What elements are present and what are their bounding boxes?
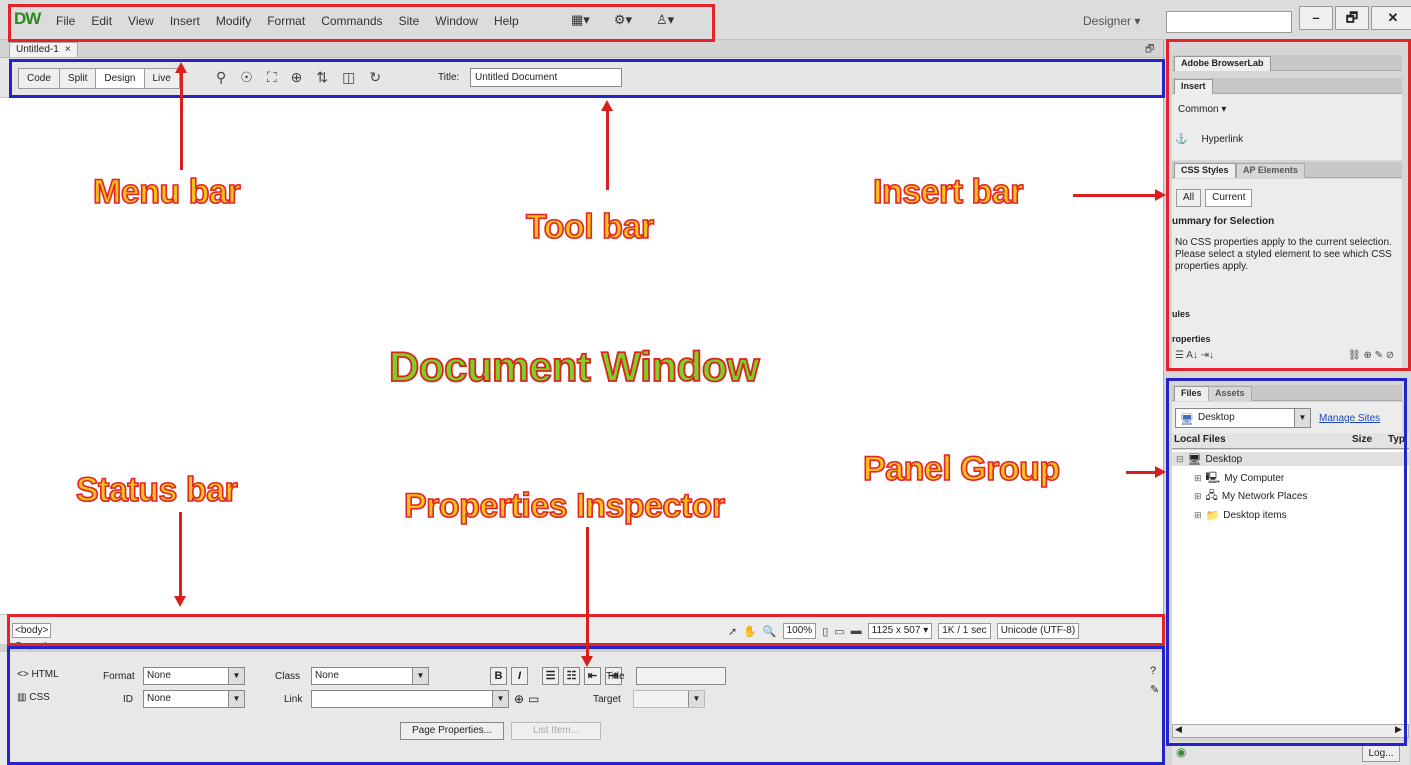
status-bar-arrow [179, 512, 182, 597]
help-search-input[interactable] [1166, 11, 1292, 33]
menu-bar-arrow [180, 72, 183, 170]
connection-icon: ◉ [1176, 745, 1187, 759]
properties-inspector-label: Properties Inspector [403, 487, 726, 525]
status-bar-arrow-head [174, 596, 186, 607]
document-window-label: Document Window [388, 343, 760, 390]
toolbar-arrow [606, 110, 609, 190]
document-tab-label: Untitled-1 [16, 44, 59, 55]
tool-bar-label: Tool bar [525, 208, 655, 246]
panel-group-arrow-head [1155, 466, 1166, 478]
insert-bar-label: Insert bar [872, 173, 1024, 211]
panel-group-label: Panel Group [862, 450, 1061, 488]
properties-inspector-arrow-head [581, 656, 593, 667]
menu-bar-label: Menu bar [92, 173, 241, 211]
panel-group-arrow [1126, 471, 1156, 474]
log-button[interactable]: Log... [1362, 745, 1400, 762]
properties-inspector-arrow [586, 527, 589, 657]
insert-bar-highlight [1166, 39, 1411, 371]
menu-bar-highlight [8, 4, 715, 42]
insert-bar-arrow-head [1155, 189, 1166, 201]
close-tab-icon[interactable]: × [65, 44, 71, 55]
document-tab-bar: Untitled-1 × 🗗 [0, 40, 1163, 58]
document-tab[interactable]: Untitled-1 × [9, 42, 78, 57]
close-button[interactable]: ✕ [1371, 6, 1411, 30]
insert-bar-arrow [1073, 194, 1156, 197]
minimize-button[interactable]: – [1299, 6, 1333, 30]
workspace-switcher[interactable]: Designer ▾ [1083, 14, 1140, 28]
window-controls: – 🗗 ✕ [1299, 6, 1411, 30]
status-bar-label: Status bar [75, 471, 238, 509]
panel-group-highlight [1166, 378, 1407, 746]
restore-button[interactable]: 🗗 [1335, 6, 1369, 30]
restore-document-icon[interactable]: 🗗 [1145, 42, 1154, 59]
